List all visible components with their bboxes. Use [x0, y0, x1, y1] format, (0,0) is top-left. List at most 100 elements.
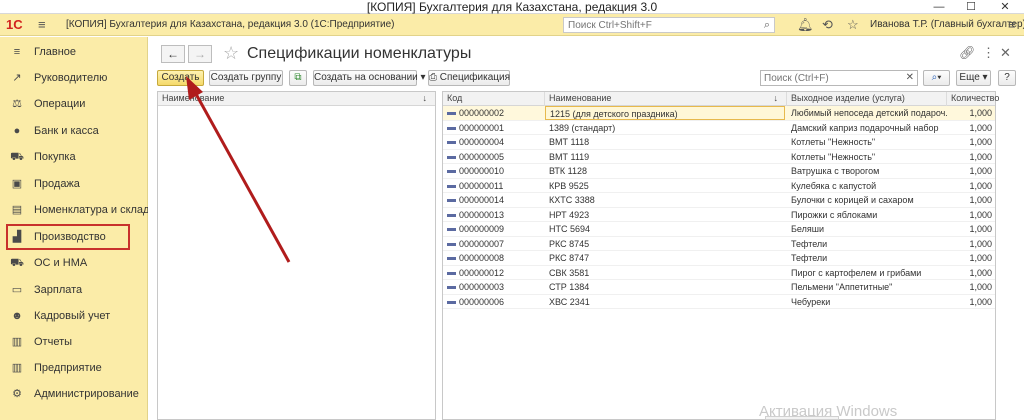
- table-row[interactable]: 000000008 РКС 8747 Тефтели 1,000: [443, 251, 995, 266]
- table-row[interactable]: 000000003 СТР 1384 Пельмени "Аппетитные" 1,…: [443, 280, 995, 295]
- sidebar-item-administration[interactable]: ⚙ Администрирование: [0, 381, 148, 407]
- table-row[interactable]: 000000001 1389 (стандарт) Дамский каприз п…: [443, 121, 995, 135]
- sidebar-item-sales[interactable]: ▣ Продажа: [0, 171, 148, 197]
- cell-product: Чебуреки: [791, 296, 831, 307]
- chevron-down-icon: ▾: [937, 72, 942, 83]
- sidebar-item-manager[interactable]: ↗ Руководителю: [0, 65, 148, 91]
- close-button[interactable]: ✕: [990, 0, 1020, 14]
- specifications-table[interactable]: Код Наименование ↓ Выходное изделие (усл…: [442, 91, 999, 420]
- gear-icon: ⚙: [12, 388, 22, 400]
- main-menu-icon[interactable]: ≡: [38, 17, 46, 33]
- table-row[interactable]: 000000013 НРТ 4923 Пирожки с яблоками 1,000: [443, 208, 995, 222]
- window-titlebar: [КОПИЯ] Бухгалтерия для Казахстана, реда…: [0, 0, 1024, 14]
- sidebar-item-purchase[interactable]: ⛟ Покупка: [0, 144, 148, 170]
- cell-quantity: 1,000: [969, 224, 992, 234]
- forward-button[interactable]: →: [188, 45, 212, 63]
- cell-name: СВК 3581: [549, 267, 590, 278]
- column-header-product[interactable]: Выходное изделие (услуга): [787, 92, 947, 106]
- table-row[interactable]: 000000009 НТС 5694 Беляши 1,000: [443, 222, 995, 237]
- sidebar-item-operations[interactable]: ⚖ Операции: [0, 91, 148, 117]
- sidebar-item-label: Администрирование: [34, 388, 139, 400]
- clear-icon[interactable]: ✕: [906, 71, 914, 85]
- table-row[interactable]: 000000011 КРВ 9525 Кулебяка с капустой 1,00…: [443, 179, 995, 193]
- groups-panel[interactable]: Наименование ↓: [157, 91, 436, 420]
- link-icon[interactable]: 🔗︎: [959, 45, 976, 61]
- sidebar-item-label: Отчеты: [34, 336, 73, 348]
- sidebar-item-salary[interactable]: ▭ Зарплата: [0, 277, 148, 303]
- cell-quantity: 1,000: [969, 282, 992, 292]
- cell-product: Пирог с картофелем и грибами: [791, 267, 922, 278]
- column-header-name[interactable]: Наименование ↓: [545, 92, 787, 106]
- table-row[interactable]: 000000010 ВТК 1128 Ватрушка с творогом 1,00…: [443, 164, 995, 179]
- cell-code: 000000006: [459, 296, 505, 307]
- cell-code: 000000009: [459, 224, 505, 234]
- current-user[interactable]: Иванова Т.Р. (Главный бухгалтер): [870, 18, 1024, 32]
- bell-icon[interactable]: 🔔︎: [797, 17, 814, 33]
- wallet-icon: ▭: [11, 284, 23, 296]
- table-row[interactable]: 000000014 КХТС 3388 Булочки с корицей и са…: [443, 193, 995, 208]
- cell-product: Пельмени "Аппетитные": [791, 282, 893, 292]
- language-tooltip: [765, 416, 839, 420]
- specification-button[interactable]: ⎙ Спецификация: [428, 70, 510, 86]
- sidebar-item-production[interactable]: ▟ Производство: [6, 224, 130, 250]
- app-header: 1С ≡ [КОПИЯ] Бухгалтерия для Казахстана,…: [0, 14, 1024, 36]
- close-form-icon[interactable]: ✕: [1000, 45, 1011, 61]
- more-icon[interactable]: ≡: [1008, 17, 1016, 33]
- global-search[interactable]: ⌕: [563, 17, 775, 33]
- minimize-button[interactable]: —: [924, 0, 954, 14]
- sidebar-item-fixed-assets[interactable]: ⛟ ОС и НМА: [0, 250, 148, 276]
- copy-icon[interactable]: ⧉: [289, 70, 307, 86]
- more-label: Еще: [959, 72, 980, 83]
- cell-name: СТР 1384: [549, 282, 590, 292]
- search-icon[interactable]: ⌕: [764, 18, 770, 32]
- favorite-star-icon[interactable]: ☆: [223, 43, 239, 63]
- global-search-input[interactable]: [564, 18, 744, 32]
- cell-quantity: 1,000: [969, 108, 992, 118]
- sidebar-item-enterprise[interactable]: ▥ Предприятие: [0, 355, 148, 381]
- help-button[interactable]: ?: [998, 70, 1016, 86]
- cell-code: 000000003: [459, 282, 505, 292]
- groups-panel-header[interactable]: Наименование ↓: [158, 92, 435, 106]
- cell-code: 000000013: [459, 209, 505, 220]
- groups-column-name: Наименование: [162, 93, 225, 103]
- cell-name: ВМТ 1119: [549, 151, 590, 162]
- cell-name: РКС 8747: [549, 253, 590, 263]
- table-header: Код Наименование ↓ Выходное изделие (усл…: [443, 92, 999, 106]
- more-button[interactable]: Еще ▾: [956, 70, 991, 86]
- warehouse-icon: ▤: [11, 204, 23, 216]
- more-vertical-icon[interactable]: ⋮: [982, 45, 995, 61]
- cell-product: Ватрушка с творогом: [791, 166, 880, 176]
- table-row[interactable]: 000000002 1215 (для детского праздника) Лю…: [443, 106, 995, 121]
- maximize-button[interactable]: ☐: [956, 0, 986, 14]
- sidebar-item-bank[interactable]: ● Банк и касса: [0, 118, 148, 144]
- create-button[interactable]: Создать: [157, 70, 204, 86]
- table-row[interactable]: 000000005 ВМТ 1119 Котлеты "Нежность" 1,000: [443, 150, 995, 164]
- table-row[interactable]: 000000007 РКС 8745 Тефтели 1,000: [443, 237, 995, 251]
- sidebar-item-nomenclature[interactable]: ▤ Номенклатура и склад: [0, 197, 150, 223]
- sidebar-item-label: Операции: [34, 98, 86, 110]
- star-icon[interactable]: ☆: [847, 17, 859, 33]
- cell-quantity: 1,000: [969, 238, 992, 249]
- history-icon[interactable]: ⟲: [822, 17, 833, 33]
- create-based-on-button[interactable]: Создать на основании ▾: [313, 70, 426, 86]
- cell-code: 000000012: [459, 267, 505, 278]
- sidebar-item-hr[interactable]: ☻ Кадровый учет: [0, 303, 148, 329]
- table-row[interactable]: 000000006 ХВС 2341 Чебуреки 1,000: [443, 295, 995, 309]
- list-search[interactable]: ✕: [760, 70, 918, 86]
- sidebar-item-label: Руководителю: [34, 72, 108, 84]
- table-row[interactable]: 000000004 ВМТ 1118 Котлеты "Нежность" 1,000: [443, 135, 995, 150]
- cell-quantity: 1,000: [969, 137, 992, 147]
- create-group-button[interactable]: Создать группу: [209, 70, 283, 86]
- column-header-quantity[interactable]: Количество: [947, 92, 999, 106]
- menu-icon: ≡: [13, 46, 21, 58]
- sidebar-item-reports[interactable]: ▥ Отчеты: [0, 329, 148, 355]
- sidebar-item-label: Производство: [34, 231, 106, 243]
- search-dropdown-button[interactable]: ⌕▾: [923, 70, 950, 86]
- back-button[interactable]: ←: [161, 45, 185, 63]
- column-header-code[interactable]: Код: [443, 92, 545, 106]
- sidebar-item-main[interactable]: ≡ Главное: [0, 39, 148, 65]
- app-title: [КОПИЯ] Бухгалтерия для Казахстана, реда…: [66, 19, 395, 30]
- scrollbar[interactable]: [1003, 91, 1019, 420]
- list-search-input[interactable]: [761, 71, 901, 85]
- table-row[interactable]: 000000012 СВК 3581 Пирог с картофелем и гр…: [443, 266, 995, 280]
